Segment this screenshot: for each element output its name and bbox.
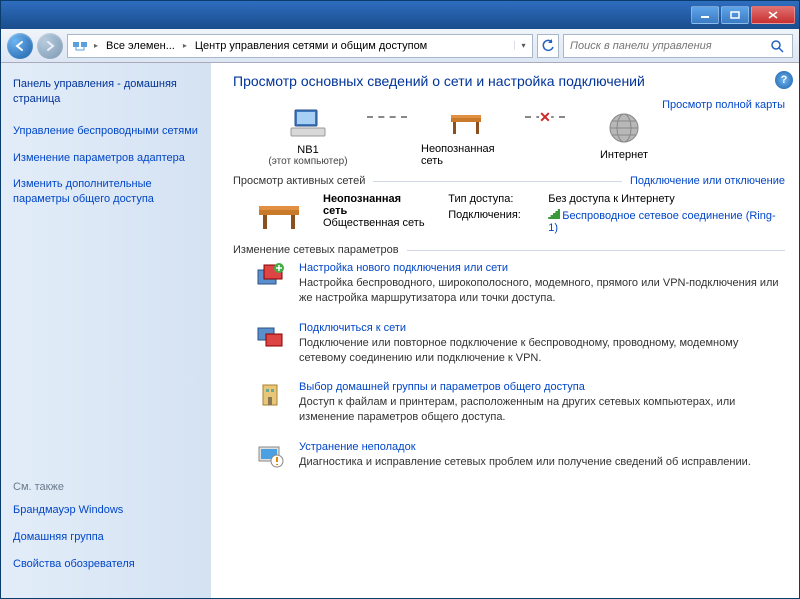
connect-network-icon	[255, 322, 285, 352]
task-item: Подключиться к сети Подключение или повт…	[255, 322, 785, 366]
task-link[interactable]: Подключиться к сети	[299, 322, 785, 334]
page-title: Просмотр основных сведений о сети и наст…	[233, 73, 785, 89]
map-node-computer[interactable]: NB1 (этот компьютер)	[263, 104, 353, 167]
sidebar-also-header: См. также	[13, 481, 199, 493]
change-settings-header: Изменение сетевых параметров	[233, 244, 785, 256]
active-network-info: Неопознанная сеть Общественная сеть	[323, 193, 428, 234]
sidebar-link-sharing[interactable]: Изменить дополнительные параметры общего…	[13, 177, 199, 207]
search-input[interactable]	[564, 40, 770, 52]
sidebar-link-wireless[interactable]: Управление беспроводными сетями	[13, 124, 199, 139]
node-label: NB1	[297, 144, 318, 156]
active-networks-header: Просмотр активных сетей Подключение или …	[233, 175, 785, 187]
active-network-props: Тип доступа: Без доступа к Интернету Под…	[448, 193, 785, 234]
task-link[interactable]: Настройка нового подключения или сети	[299, 262, 785, 274]
task-desc: Доступ к файлам и принтерам, расположенн…	[299, 395, 785, 425]
signal-icon	[548, 209, 560, 219]
connection-link[interactable]: Беспроводное сетевое соединение (Ring-1)	[548, 209, 785, 234]
new-connection-icon	[255, 262, 285, 292]
access-value: Без доступа к Интернету	[548, 193, 785, 205]
homegroup-icon	[255, 381, 285, 411]
minimize-button[interactable]	[691, 6, 719, 24]
sidebar-also-internet[interactable]: Свойства обозревателя	[13, 557, 199, 572]
node-label: Интернет	[600, 149, 648, 161]
globe-icon	[605, 109, 643, 147]
sidebar-link-adapter[interactable]: Изменение параметров адаптера	[13, 151, 199, 166]
access-label: Тип доступа:	[448, 193, 538, 205]
bench-icon	[447, 103, 485, 141]
active-network-name: Неопознанная сеть	[323, 193, 428, 217]
computer-icon	[289, 104, 327, 142]
maximize-button[interactable]	[721, 6, 749, 24]
task-link[interactable]: Выбор домашней группы и параметров общег…	[299, 381, 785, 393]
main-content: ? Просмотр основных сведений о сети и на…	[211, 63, 799, 598]
task-desc: Настройка беспроводного, широкополосного…	[299, 276, 785, 306]
breadcrumb-seg-1[interactable]: Все элемен...	[102, 35, 179, 57]
search-icon[interactable]	[770, 39, 792, 53]
task-desc: Диагностика и исправление сетевых пробле…	[299, 455, 751, 470]
breadcrumb-dropdown[interactable]: ▾	[514, 41, 532, 50]
refresh-button[interactable]	[537, 34, 559, 58]
network-map: Просмотр полной карты NB1 (этот компьюте…	[263, 103, 785, 167]
node-label: Неопознанная сеть	[421, 143, 511, 167]
search-box[interactable]	[563, 34, 793, 58]
chevron-icon: ▸	[179, 41, 191, 50]
task-item: Настройка нового подключения или сети На…	[255, 262, 785, 306]
breadcrumb-seg-2[interactable]: Центр управления сетями и общим доступом	[191, 35, 431, 57]
full-map-link[interactable]: Просмотр полной карты	[662, 99, 785, 111]
troubleshoot-icon	[255, 441, 285, 471]
help-icon[interactable]: ?	[775, 71, 793, 89]
close-button[interactable]	[751, 6, 795, 24]
navbar: ▸ Все элемен... ▸ Центр управления сетям…	[1, 29, 799, 63]
forward-button[interactable]	[37, 33, 63, 59]
sidebar-also-homegroup[interactable]: Домашняя группа	[13, 530, 199, 545]
bench-icon	[255, 193, 303, 233]
window: ▸ Все элемен... ▸ Центр управления сетям…	[0, 0, 800, 599]
connector-line	[367, 116, 407, 118]
sidebar-also-firewall[interactable]: Брандмауэр Windows	[13, 503, 199, 518]
active-network-type: Общественная сеть	[323, 217, 425, 229]
connector-broken	[525, 116, 565, 118]
tasks-list: Настройка нового подключения или сети На…	[255, 262, 785, 471]
node-sublabel: (этот компьютер)	[268, 156, 347, 167]
titlebar	[1, 1, 799, 29]
task-link[interactable]: Устранение неполадок	[299, 441, 751, 453]
back-button[interactable]	[7, 33, 33, 59]
map-node-network[interactable]: Неопознанная сеть	[421, 103, 511, 167]
breadcrumb[interactable]: ▸ Все элемен... ▸ Центр управления сетям…	[67, 34, 533, 58]
chevron-icon: ▸	[90, 41, 102, 50]
task-desc: Подключение или повторное подключение к …	[299, 336, 785, 366]
task-item: Устранение неполадок Диагностика и испра…	[255, 441, 785, 471]
connections-label: Подключения:	[448, 209, 538, 234]
task-item: Выбор домашней группы и параметров общег…	[255, 381, 785, 425]
sidebar: Панель управления - домашняя страница Уп…	[1, 63, 211, 598]
active-network-row: Неопознанная сеть Общественная сеть Тип …	[255, 193, 785, 234]
connect-disconnect-link[interactable]: Подключение или отключение	[630, 175, 785, 187]
sidebar-home[interactable]: Панель управления - домашняя страница	[13, 77, 199, 108]
network-center-icon	[70, 36, 90, 56]
map-node-internet[interactable]: Интернет	[579, 109, 669, 161]
